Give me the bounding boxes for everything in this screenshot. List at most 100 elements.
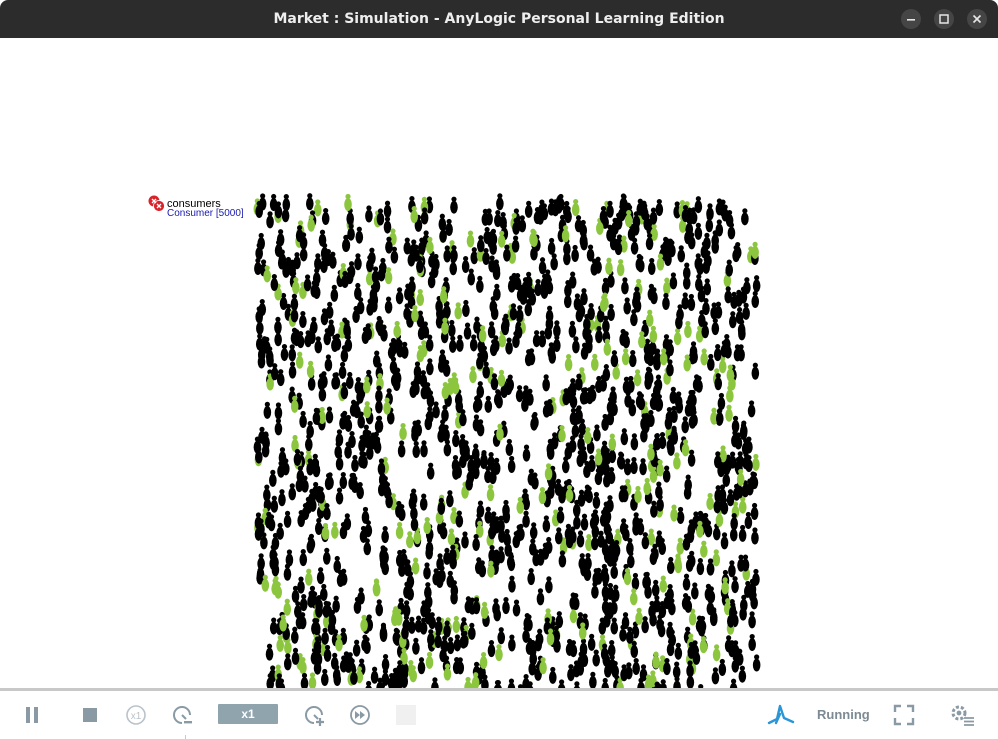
agent-person-icon	[573, 681, 580, 688]
agent-person-icon	[544, 536, 553, 555]
agent-person-icon	[330, 284, 339, 302]
agent-person-icon	[535, 628, 544, 646]
agent-person-icon	[655, 198, 664, 217]
agent-person-icon	[652, 651, 660, 669]
agent-person-icon	[729, 678, 738, 688]
realtime-button[interactable]: x1	[122, 691, 150, 739]
agent-person-icon	[423, 562, 431, 580]
agent-person-icon	[305, 193, 314, 211]
agent-person-icon	[711, 667, 720, 685]
agent-person-icon	[725, 404, 733, 422]
agent-person-icon	[717, 392, 726, 410]
agent-person-icon	[306, 360, 315, 378]
agent-person-icon	[670, 504, 678, 522]
agent-person-icon	[647, 283, 656, 301]
agent-person-icon	[346, 371, 354, 390]
population-label[interactable]: consumers Consumer [5000]	[148, 195, 268, 221]
agent-person-icon	[691, 582, 699, 600]
agent-person-icon	[647, 257, 656, 276]
agent-person-icon	[725, 259, 734, 277]
agent-person-icon	[258, 298, 267, 317]
minimize-button[interactable]	[901, 9, 921, 29]
agent-person-icon	[752, 654, 761, 672]
agent-person-icon	[270, 495, 279, 513]
speed-up-button[interactable]	[300, 691, 328, 739]
agent-person-icon	[495, 644, 503, 662]
agent-person-icon	[467, 268, 476, 286]
agent-person-icon	[567, 664, 575, 682]
agent-person-icon	[610, 350, 619, 368]
simulation-toolbar: x1 x1 Running	[0, 691, 998, 739]
settings-button[interactable]	[948, 691, 976, 739]
maximize-button[interactable]	[934, 9, 954, 29]
agent-person-icon	[335, 429, 344, 447]
fast-forward-button[interactable]	[346, 691, 374, 739]
agent-person-icon	[738, 665, 747, 683]
slow-down-button[interactable]	[168, 691, 196, 739]
agent-person-icon	[372, 579, 381, 597]
agent-person-icon	[502, 597, 510, 615]
agent-person-icon	[522, 444, 531, 462]
agent-person-icon	[564, 354, 573, 372]
close-button[interactable]	[967, 9, 987, 29]
agent-person-icon	[257, 232, 266, 251]
agent-person-icon	[641, 532, 650, 550]
agent-person-icon	[304, 568, 313, 586]
x1-realtime-icon: x1	[126, 705, 146, 725]
agent-person-icon	[522, 673, 530, 688]
agent-person-icon	[623, 297, 631, 315]
stop-button[interactable]	[76, 691, 104, 739]
agent-person-icon	[522, 510, 530, 528]
speed-indicator[interactable]: x1	[218, 704, 278, 724]
agent-person-icon	[397, 440, 406, 458]
agent-person-icon	[750, 502, 759, 520]
agent-person-icon	[299, 594, 308, 612]
agent-person-icon	[544, 463, 553, 481]
agent-person-icon	[608, 433, 617, 451]
simulation-canvas[interactable]: consumers Consumer [5000]	[0, 38, 998, 688]
agent-person-icon	[454, 302, 463, 320]
agent-person-icon	[589, 671, 597, 688]
agent-person-icon	[645, 309, 654, 327]
agent-person-icon	[469, 334, 478, 352]
agent-person-icon	[610, 617, 619, 635]
agent-person-icon	[720, 532, 729, 550]
agent-person-icon	[370, 666, 379, 684]
agent-person-icon	[497, 369, 506, 387]
pause-button[interactable]	[18, 691, 46, 739]
agent-person-icon	[542, 374, 550, 392]
agent-person-icon	[352, 639, 361, 657]
agent-person-icon	[274, 418, 283, 436]
agent-person-icon	[643, 477, 651, 496]
agent-person-icon	[542, 515, 551, 533]
pause-icon	[26, 707, 38, 723]
agent-person-icon	[300, 672, 309, 688]
agent-person-icon	[426, 358, 434, 376]
agent-person-icon	[591, 509, 600, 527]
agent-person-icon	[479, 651, 488, 670]
window-titlebar: Market : Simulation - AnyLogic Personal …	[0, 0, 998, 38]
agent-person-icon	[293, 252, 301, 270]
agent-person-icon	[674, 642, 683, 660]
agent-person-icon	[569, 378, 577, 396]
fullscreen-button[interactable]	[890, 691, 918, 739]
agent-person-icon	[573, 293, 582, 311]
agent-person-icon	[666, 359, 674, 377]
step-button[interactable]	[394, 691, 418, 739]
agent-person-icon	[351, 454, 359, 472]
agent-person-icon	[605, 257, 613, 275]
agent-person-icon	[399, 422, 407, 441]
agent-person-icon	[731, 415, 740, 433]
agent-person-icon	[651, 579, 660, 597]
speed-up-icon	[305, 706, 324, 726]
anylogic-logo[interactable]	[766, 691, 796, 739]
agent-crowd[interactable]	[252, 190, 762, 688]
agent-person-icon	[332, 595, 340, 613]
agent-person-icon	[476, 381, 485, 399]
window-title: Market : Simulation - AnyLogic Personal …	[273, 11, 725, 27]
agent-person-icon	[395, 521, 404, 540]
agent-person-icon	[620, 664, 628, 682]
agent-person-icon	[590, 353, 599, 371]
agent-person-icon	[620, 428, 629, 446]
agent-person-icon	[669, 386, 678, 404]
